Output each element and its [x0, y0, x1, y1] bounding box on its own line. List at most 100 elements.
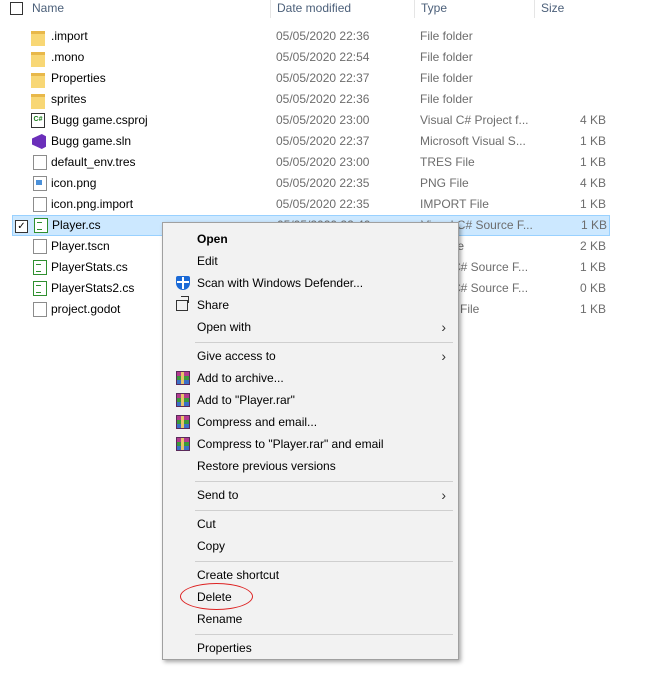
cs-file-icon: [33, 281, 47, 296]
cs-file-icon: [34, 218, 48, 233]
menu-item-add-to-player-rar[interactable]: Add to "Player.rar": [165, 389, 456, 411]
file-type: File folder: [420, 50, 473, 64]
cs-file-icon: [33, 260, 47, 275]
menu-item-label: Add to archive...: [197, 371, 284, 385]
menu-separator: [195, 634, 453, 635]
file-name: .import: [51, 29, 88, 43]
menu-separator: [195, 510, 453, 511]
file-type: File: [460, 302, 480, 316]
folder-icon: [31, 31, 45, 46]
file-row-bugg-game-csproj[interactable]: C# Bugg game.csproj 05/05/2020 23:00 Vis…: [12, 110, 610, 131]
folder-icon: [31, 94, 45, 109]
menu-item-label: Open: [197, 232, 228, 246]
menu-item-copy[interactable]: Copy: [165, 535, 456, 557]
file-row-sprites[interactable]: sprites 05/05/2020 22:36 File folder: [12, 89, 610, 110]
column-header-bar: Name Date modified Type Size: [0, 0, 614, 18]
menu-item-label: Edit: [197, 254, 218, 268]
file-size: 4 KB: [579, 113, 606, 127]
column-header-size[interactable]: Size: [534, 0, 614, 18]
file-date: 05/05/2020 23:00: [276, 113, 370, 127]
menu-item-give-access[interactable]: Give access to ›: [165, 345, 456, 367]
image-icon: [33, 176, 47, 191]
winrar-icon: [176, 393, 190, 407]
winrar-icon: [176, 437, 190, 451]
share-icon: [176, 296, 189, 311]
file-date: 05/05/2020 22:54: [276, 50, 370, 64]
menu-item-properties[interactable]: Properties: [165, 637, 456, 659]
file-date: 05/05/2020 22:36: [276, 92, 370, 106]
file-row-import[interactable]: .import 05/05/2020 22:36 File folder: [12, 26, 610, 47]
file-type: File folder: [420, 29, 473, 43]
file-row-default-env-tres[interactable]: default_env.tres 05/05/2020 23:00 TRES F…: [12, 152, 610, 173]
file-size: 2 KB: [579, 239, 606, 253]
menu-item-label: Copy: [197, 539, 226, 553]
menu-item-edit[interactable]: Edit: [165, 250, 456, 272]
file-type: PNG File: [420, 176, 469, 190]
file-row-mono[interactable]: .mono 05/05/2020 22:54 File folder: [12, 47, 610, 68]
select-all-checkbox[interactable]: [10, 2, 23, 15]
file-name: .mono: [51, 50, 85, 64]
file-row-icon-png-import[interactable]: icon.png.import 05/05/2020 22:35 IMPORT …: [12, 194, 610, 215]
file-name: PlayerStats.cs: [51, 260, 128, 274]
file-row-properties[interactable]: Properties 05/05/2020 22:37 File folder: [12, 68, 610, 89]
menu-item-restore-previous-versions[interactable]: Restore previous versions: [165, 455, 456, 477]
menu-item-open-with[interactable]: Open with ›: [165, 316, 456, 338]
file-size: 1 KB: [579, 134, 606, 148]
file-type: Visual C# Project f...: [420, 113, 529, 127]
file-size: 1 KB: [579, 197, 606, 211]
file-name: project.godot: [51, 302, 121, 316]
menu-item-send-to[interactable]: Send to ›: [165, 484, 456, 506]
file-row-icon-png[interactable]: icon.png 05/05/2020 22:35 PNG File 4 KB: [12, 173, 610, 194]
menu-item-label: Give access to: [197, 349, 276, 363]
chevron-right-icon: ›: [441, 487, 446, 503]
column-header-type[interactable]: Type: [414, 0, 534, 18]
menu-item-compress-and-email[interactable]: Compress and email...: [165, 411, 456, 433]
document-icon: [33, 197, 47, 212]
menu-item-cut[interactable]: Cut: [165, 513, 456, 535]
folder-icon: [31, 73, 45, 88]
file-name: icon.png.import: [51, 197, 134, 211]
chevron-right-icon: ›: [441, 319, 446, 335]
menu-item-rename[interactable]: Rename: [165, 608, 456, 630]
file-date: 05/05/2020 22:35: [276, 176, 370, 190]
column-header-name[interactable]: Name: [26, 0, 270, 18]
windows-defender-shield-icon: [176, 276, 190, 290]
menu-item-share[interactable]: Share: [165, 294, 456, 316]
file-size: 1 KB: [579, 155, 606, 169]
menu-item-label: Rename: [197, 612, 243, 626]
file-name: default_env.tres: [51, 155, 136, 169]
menu-item-scan-defender[interactable]: Scan with Windows Defender...: [165, 272, 456, 294]
file-type: ile: [452, 236, 564, 257]
file-name: Player.tscn: [51, 239, 110, 253]
menu-item-label: Add to "Player.rar": [197, 393, 295, 407]
file-size: 1 KB: [580, 218, 607, 232]
file-date: 05/05/2020 22:37: [276, 134, 370, 148]
document-icon: [33, 302, 47, 317]
menu-separator: [195, 481, 453, 482]
file-name: Bugg game.sln: [51, 134, 132, 148]
menu-item-add-to-archive[interactable]: Add to archive...: [165, 367, 456, 389]
menu-item-label: Scan with Windows Defender...: [197, 276, 364, 290]
menu-item-open[interactable]: Open: [165, 228, 456, 250]
file-name: icon.png: [51, 176, 97, 190]
file-date: 05/05/2020 23:00: [276, 155, 370, 169]
column-header-date-modified[interactable]: Date modified: [270, 0, 414, 18]
file-date: 05/05/2020 22:35: [276, 197, 370, 211]
file-size: 0 KB: [579, 281, 606, 295]
file-type: C# Source F...: [452, 260, 529, 274]
file-date: 05/05/2020 22:37: [276, 71, 370, 85]
menu-item-label: Send to: [197, 488, 239, 502]
file-row-bugg-game-sln[interactable]: Bugg game.sln 05/05/2020 22:37 Microsoft…: [12, 131, 610, 152]
red-highlight-ellipse: [180, 583, 253, 610]
menu-item-compress-to-rar-and-email[interactable]: Compress to "Player.rar" and email: [165, 433, 456, 455]
file-date: 05/05/2020 22:36: [276, 29, 370, 43]
file-size: 4 KB: [579, 176, 606, 190]
row-checkbox-checked[interactable]: ✓: [15, 220, 28, 233]
document-icon: [33, 155, 47, 170]
file-type: File folder: [420, 92, 473, 106]
menu-item-label: Cut: [197, 517, 216, 531]
file-type: IMPORT File: [420, 197, 489, 211]
file-name: sprites: [51, 92, 87, 106]
file-type: Microsoft Visual S...: [420, 134, 526, 148]
menu-item-label: Restore previous versions: [197, 459, 336, 473]
